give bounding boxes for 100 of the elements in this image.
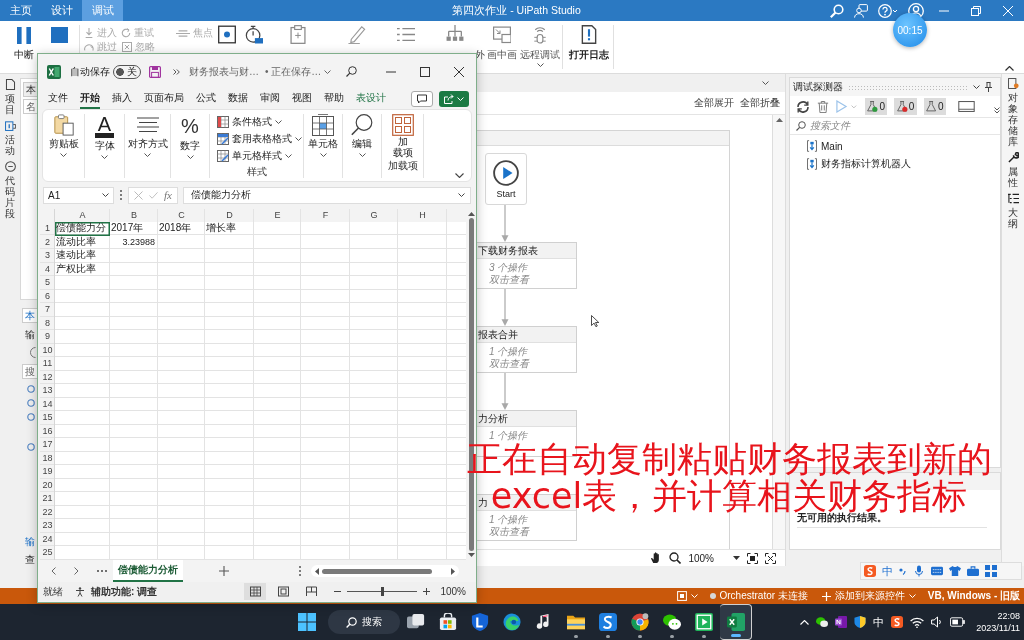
spreadsheet-cell[interactable]: 2018年 [158, 222, 205, 236]
row-number[interactable]: 23 [40, 519, 55, 533]
row-number[interactable]: 1 [40, 222, 55, 236]
activity-card[interactable]: 下载财务报表 3 个操作 双击查看 [477, 242, 577, 289]
row-number[interactable]: 9 [40, 330, 55, 344]
feedback-icon[interactable] [854, 3, 868, 18]
clock-date[interactable]: 2023/11/11 [976, 622, 1020, 634]
scrollbar-thumb[interactable] [322, 568, 432, 574]
sheet-tab[interactable]: 偿债能力分析 [113, 560, 183, 582]
grid-menu-icon[interactable] [985, 565, 997, 577]
side-tab[interactable]: 属性 [1008, 166, 1018, 188]
clipboard-icon[interactable] [289, 25, 307, 44]
input-mode-indicator[interactable]: 中 [873, 614, 885, 630]
collapse-ribbon-icon[interactable] [1005, 66, 1014, 71]
save-status[interactable]: • 正在保存… [265, 64, 322, 79]
shirt-icon[interactable] [949, 565, 961, 577]
scroll-down-icon[interactable] [467, 553, 475, 557]
circle-minus-icon[interactable] [4, 161, 16, 172]
collapse-ribbon-icon[interactable] [455, 173, 464, 178]
radio-icon[interactable] [30, 347, 36, 358]
row-number[interactable]: 5 [40, 276, 55, 290]
side-tab[interactable]: 对象存储库 [1008, 92, 1018, 147]
side-tab[interactable]: 项目 [5, 93, 15, 115]
screen-icon[interactable] [958, 101, 975, 112]
row-number[interactable]: 19 [40, 465, 55, 479]
stopwatch-icon[interactable] [245, 25, 263, 44]
ribbon-tab[interactable]: 主页 [0, 0, 41, 21]
filter-button[interactable]: 0 [923, 98, 946, 115]
editing-button[interactable]: 编辑 [343, 114, 382, 178]
filter-button[interactable]: 0 [894, 98, 917, 115]
microphone-icon[interactable] [913, 565, 925, 577]
breakpoint-icon[interactable] [217, 25, 236, 44]
expand-all-link[interactable]: 全部展开 [694, 96, 734, 110]
scroll-up-icon[interactable] [467, 212, 475, 216]
reset-zoom-icon[interactable] [765, 552, 776, 564]
notebook-icon[interactable] [835, 616, 848, 628]
menu-tab[interactable]: 表设计 [356, 89, 386, 109]
add-ins-button[interactable]: 加 载项 [391, 114, 414, 158]
chevron-left-icon[interactable] [51, 567, 56, 575]
row-number[interactable]: 16 [40, 424, 55, 438]
row-number[interactable]: 6 [40, 289, 55, 303]
frame-icon[interactable] [4, 120, 16, 131]
styles-menu-button[interactable]: 条件格式 [217, 114, 282, 131]
menu-tab[interactable]: 视图 [292, 89, 312, 109]
row-number[interactable]: 17 [40, 438, 55, 452]
fit-screen-icon[interactable] [747, 552, 758, 564]
scroll-left-icon[interactable] [315, 567, 319, 575]
ribbon-button[interactable]: 画中画 [485, 21, 519, 73]
spreadsheet-cell[interactable]: 产权比率 [55, 262, 110, 276]
row-number[interactable]: 15 [40, 411, 55, 425]
orchestrator-status[interactable]: Orchestrator 未连接 [719, 589, 808, 603]
styles-menu-button[interactable]: 单元格样式 [217, 147, 292, 164]
menu-tab[interactable]: 数据 [228, 89, 248, 109]
column-header[interactable]: D [205, 209, 254, 222]
file-item[interactable]: Main [821, 140, 843, 152]
row-number[interactable]: 7 [40, 303, 55, 317]
help-icon[interactable] [878, 3, 898, 18]
row-number[interactable]: 11 [40, 357, 55, 371]
row-number[interactable]: 13 [40, 384, 55, 398]
taskbar-search[interactable]: 搜索 [328, 610, 400, 634]
trash-icon[interactable] [817, 100, 829, 113]
zoom-in-icon[interactable] [423, 588, 431, 595]
formula-field[interactable]: 偿债能力分析 [183, 186, 471, 204]
column-header[interactable]: F [301, 209, 350, 222]
name-box[interactable]: A1 [43, 186, 114, 204]
styles-menu-button[interactable]: 套用表格格式 [217, 130, 302, 148]
row-number[interactable]: 12 [40, 370, 55, 384]
column-header[interactable]: B [110, 209, 158, 222]
menu-tab[interactable]: 审阅 [260, 89, 280, 109]
pen-icon[interactable] [348, 25, 366, 44]
insert-function-button[interactable]: fx [164, 189, 172, 201]
row-number[interactable]: 20 [40, 478, 55, 492]
side-tab[interactable]: 大纲 [1008, 207, 1018, 229]
collapse-all-link[interactable]: 全部折叠 [740, 96, 780, 110]
horizontal-scrollbar[interactable] [311, 565, 459, 577]
row-number[interactable]: 2 [40, 235, 55, 249]
more-icon[interactable] [994, 107, 1000, 114]
row-number[interactable]: 22 [40, 505, 55, 519]
source-control-menu[interactable]: 添加到来源控件 [834, 589, 905, 603]
chevron-right-icon[interactable] [74, 567, 79, 575]
taskbar-app-button[interactable] [720, 604, 752, 640]
pin-icon[interactable] [985, 82, 992, 92]
scroll-up-icon[interactable] [775, 118, 783, 122]
zoom-percent[interactable]: 100% [440, 586, 466, 597]
comments-button[interactable] [411, 91, 433, 107]
list-icon[interactable] [397, 25, 415, 44]
menu-tab[interactable]: 页面布局 [144, 89, 184, 109]
ribbon-tab[interactable]: 设计 [41, 0, 82, 21]
wifi-icon[interactable] [910, 616, 925, 628]
check-icon[interactable] [149, 190, 158, 200]
spreadsheet-cell[interactable]: 增长率 [205, 222, 254, 236]
filter-button[interactable]: 0 [865, 98, 888, 115]
panel-tab[interactable]: 查 [22, 554, 35, 566]
file-name[interactable]: 财务报表与财… [189, 64, 259, 79]
row-number[interactable]: 25 [40, 546, 55, 560]
accessibility-status[interactable]: 辅助功能: 调查 [91, 584, 158, 599]
punctuation-icon[interactable] [899, 567, 907, 575]
column-header[interactable]: G [350, 209, 398, 222]
speaker-icon[interactable] [931, 616, 944, 628]
menu-tab[interactable]: 插入 [112, 89, 132, 109]
